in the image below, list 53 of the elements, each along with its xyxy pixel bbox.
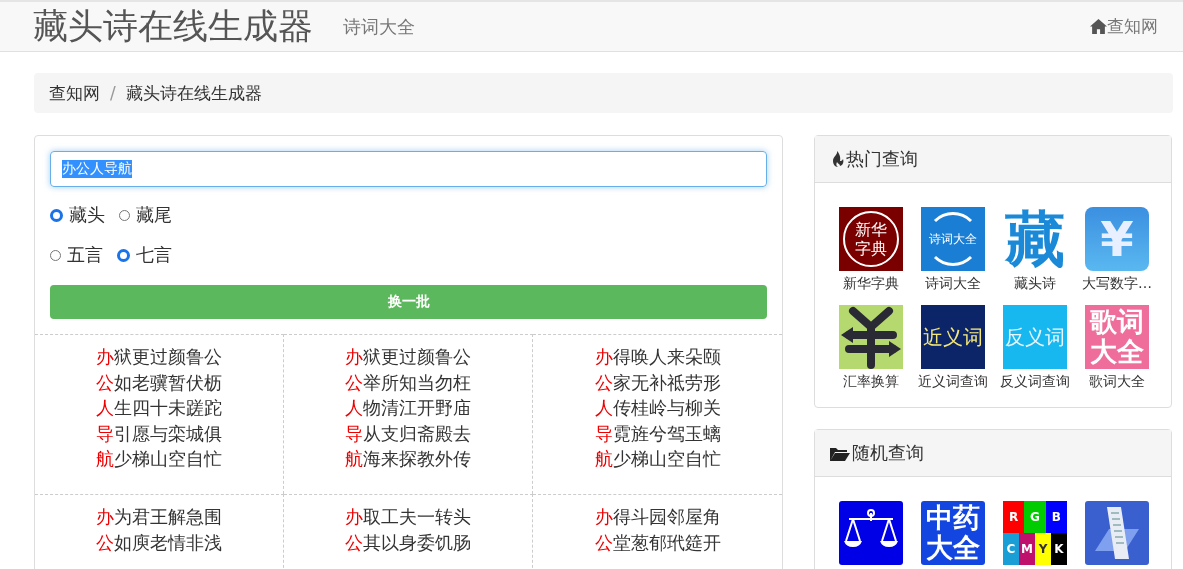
tile-label[interactable]: 诗词大全 — [925, 275, 981, 293]
poem-line: 航少梯山空自忙 — [96, 447, 222, 471]
breadcrumb-separator: / — [110, 83, 116, 103]
poem-line: 办狱更过颜鲁公 — [96, 345, 222, 369]
panel-title: 热门查询 — [846, 147, 918, 171]
poem-line: 公家无补祗劳形 — [594, 370, 721, 395]
dictionary-logo[interactable]: 新华 字典 — [839, 207, 903, 271]
radio-option[interactable]: 藏尾 — [119, 203, 172, 227]
poem-line: 人生四十未蹉跎 — [96, 396, 222, 420]
breadcrumb-item: 藏头诗在线生成器 — [125, 81, 262, 105]
fire-icon — [830, 151, 844, 167]
breadcrumb-item[interactable]: 查知网 — [49, 81, 100, 105]
scale-logo[interactable] — [839, 501, 903, 565]
poem-line: 人物清江开野庙 — [345, 396, 471, 420]
poem-line: 公如老骥暂伏枥 — [96, 370, 222, 395]
tile-label[interactable]: 歌词大全 — [1089, 373, 1145, 391]
panel-title: 随机查询 — [852, 441, 924, 465]
poem-line: 公如庾老情非浅 — [96, 530, 222, 555]
tile-label[interactable]: 反义词查询 — [1000, 373, 1070, 391]
text-logo[interactable]: 近义词 — [921, 305, 985, 369]
poetry-logo[interactable]: 诗词大全 — [921, 207, 985, 271]
home-link[interactable]: 查知网 — [1090, 15, 1158, 38]
tile-label[interactable]: 汇率换算 — [843, 373, 899, 391]
home-icon — [1090, 19, 1107, 34]
tile-label[interactable]: 藏头诗 — [1014, 275, 1056, 293]
tile-label[interactable]: 大写数字… — [1082, 275, 1152, 293]
poem-line: 办狱更过颜鲁公 — [345, 345, 471, 369]
tile-label[interactable]: 新华字典 — [843, 275, 899, 293]
poem-line: 导从支归斋殿去 — [345, 421, 471, 446]
poem-line: 办为君王解急围 — [96, 505, 222, 529]
poem-line: 办得斗园邻屋角 — [594, 505, 721, 529]
character-logo[interactable]: 藏 — [1003, 207, 1067, 271]
tile-label[interactable]: 近义词查询 — [918, 373, 988, 391]
poem-line: 人传桂岭与柳关 — [594, 396, 721, 420]
poem-line: 导霓旌兮驾玉螭 — [594, 421, 721, 446]
poem-line: 航海来探教外传 — [345, 447, 471, 471]
site-title[interactable]: 藏头诗在线生成器 — [33, 3, 313, 50]
color-grid-logo[interactable]: R G B C M Y K — [1003, 501, 1067, 565]
radio-option[interactable]: 五言 — [50, 243, 103, 267]
folder-icon — [830, 445, 850, 461]
nav-link[interactable]: 诗词大全 — [343, 14, 415, 39]
poem-line: 公堂葱郁玳筵开 — [594, 530, 721, 555]
radio-option[interactable]: 藏头 — [50, 203, 105, 227]
poem-line: 航少梯山空自忙 — [594, 447, 721, 471]
poem-line: 公其以身委饥肠 — [345, 530, 471, 555]
ruler-logo[interactable] — [1085, 501, 1149, 565]
text-logo[interactable]: 中药 大全 — [921, 501, 985, 565]
poem-line: 公举所知当勿枉 — [345, 370, 471, 395]
exchange-logo[interactable] — [839, 305, 903, 369]
radio-option[interactable]: 七言 — [117, 243, 172, 267]
poem-line: 办取工夫一转头 — [345, 505, 471, 529]
poem-line: 导引愿与栾城俱 — [96, 421, 222, 446]
poem-line: 办得唤人来朵颐 — [594, 345, 721, 369]
